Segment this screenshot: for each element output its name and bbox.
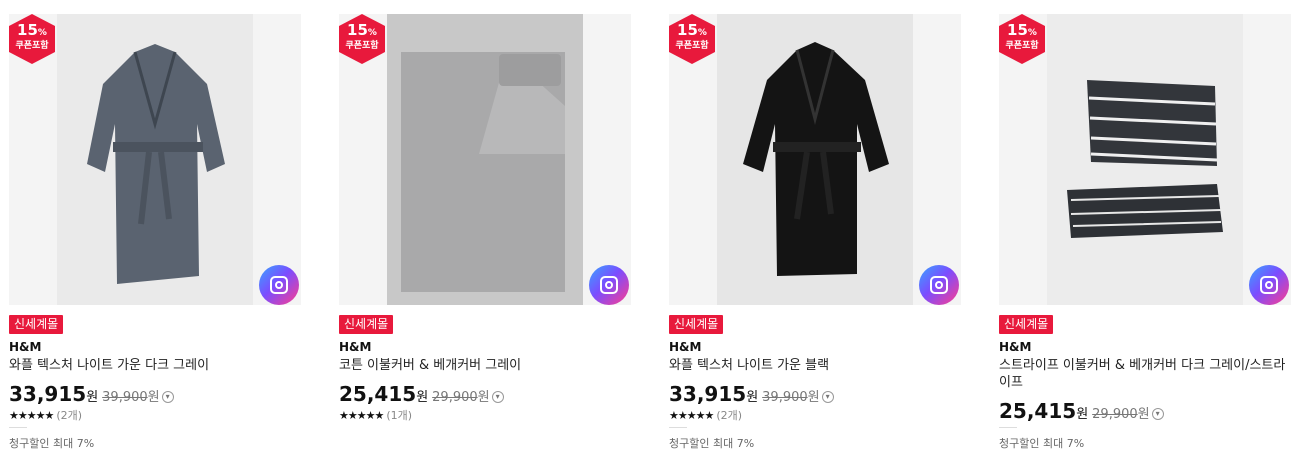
product-brand: H&M: [339, 340, 372, 354]
badge-percent-unit: %: [367, 28, 377, 38]
card-discount: 청구할인 최대 7%: [999, 437, 1085, 450]
store-tag: 신세계몰: [999, 315, 1054, 334]
original-currency: 원: [477, 390, 490, 405]
coupon-badge: 15% 쿠폰포함: [999, 14, 1045, 64]
camera-search-icon[interactable]: [919, 265, 959, 305]
coupon-badge: 15% 쿠폰포함: [669, 14, 715, 64]
price-info-icon[interactable]: ▾: [821, 391, 834, 403]
price-row: 33,915원 39,900원 ▾: [9, 382, 174, 406]
divider: [999, 427, 1017, 428]
badge-percent-unit: %: [1027, 28, 1037, 38]
currency: 원: [1076, 407, 1089, 422]
rating: ★★★★★ (2개): [669, 407, 742, 423]
robe-illustration: [57, 14, 253, 305]
badge-percent: 15: [347, 21, 368, 39]
badge-percent: 15: [1007, 21, 1028, 39]
review-count[interactable]: (2개): [716, 409, 742, 422]
product-brand: H&M: [999, 340, 1032, 354]
rating-stars: ★★★★★: [669, 409, 714, 422]
original-price: 39,900: [762, 390, 808, 405]
coupon-badge: 15% 쿠폰포함: [9, 14, 55, 64]
product-title[interactable]: 스트라이프 이불커버 & 베개커버 다크 그레이/스트라이프: [999, 357, 1291, 391]
original-currency: 원: [147, 390, 160, 405]
store-tag: 신세계몰: [669, 315, 724, 334]
currency: 원: [86, 390, 99, 405]
card-discount: 청구할인 최대 7%: [669, 437, 755, 450]
badge-percent: 15: [17, 21, 38, 39]
badge-percent-unit: %: [37, 28, 47, 38]
robe-photo: [57, 14, 253, 305]
price-row: 25,415원 29,900원 ▾: [999, 399, 1164, 423]
badge-subtext: 쿠폰포함: [15, 41, 49, 51]
review-count[interactable]: (1개): [386, 409, 412, 422]
sale-price: 25,415: [339, 382, 417, 406]
rating: ★★★★★ (2개): [9, 407, 82, 423]
badge-percent-unit: %: [697, 28, 707, 38]
badge-percent: 15: [677, 21, 698, 39]
original-price: 29,900: [1092, 407, 1138, 422]
store-tag: 신세계몰: [9, 315, 64, 334]
original-price: 39,900: [102, 390, 148, 405]
product-title[interactable]: 코튼 이불커버 & 베개커버 그레이: [339, 357, 631, 374]
product-brand: H&M: [9, 340, 42, 354]
price-row: 25,415원 29,900원 ▾: [339, 382, 504, 406]
original-price: 29,900: [432, 390, 478, 405]
price-info-icon[interactable]: ▾: [1151, 408, 1164, 420]
sale-price: 33,915: [669, 382, 747, 406]
price-row: 33,915원 39,900원 ▾: [669, 382, 834, 406]
currency: 원: [746, 390, 759, 405]
sale-price: 25,415: [999, 399, 1077, 423]
rating: ★★★★★ (1개): [339, 407, 412, 423]
price-info-icon[interactable]: ▾: [491, 391, 504, 403]
rating-stars: ★★★★★: [9, 409, 54, 422]
product-title[interactable]: 와플 텍스처 나이트 가운 다크 그레이: [9, 357, 301, 374]
badge-subtext: 쿠폰포함: [1005, 41, 1039, 51]
robe-illustration: [717, 14, 913, 305]
currency: 원: [416, 390, 429, 405]
camera-search-icon[interactable]: [259, 265, 299, 305]
badge-subtext: 쿠폰포함: [675, 41, 709, 51]
card-discount: 청구할인 최대 7%: [9, 437, 95, 450]
price-info-icon[interactable]: ▾: [161, 391, 174, 403]
product-brand: H&M: [669, 340, 702, 354]
review-count[interactable]: (2개): [56, 409, 82, 422]
store-tag: 신세계몰: [339, 315, 394, 334]
divider: [9, 427, 27, 428]
robe-photo: [717, 14, 913, 305]
duvet-illustration: [387, 14, 583, 305]
camera-search-icon[interactable]: [589, 265, 629, 305]
coupon-badge: 15% 쿠폰포함: [339, 14, 385, 64]
bedding-illustration: [1047, 14, 1243, 305]
bedding-photo: [1047, 14, 1243, 305]
camera-search-icon[interactable]: [1249, 265, 1289, 305]
duvet-photo: [387, 14, 583, 305]
original-currency: 원: [807, 390, 820, 405]
sale-price: 33,915: [9, 382, 87, 406]
original-currency: 원: [1137, 407, 1150, 422]
product-title[interactable]: 와플 텍스처 나이트 가운 블랙: [669, 357, 961, 374]
divider: [669, 427, 687, 428]
badge-subtext: 쿠폰포함: [345, 41, 379, 51]
rating-stars: ★★★★★: [339, 409, 384, 422]
